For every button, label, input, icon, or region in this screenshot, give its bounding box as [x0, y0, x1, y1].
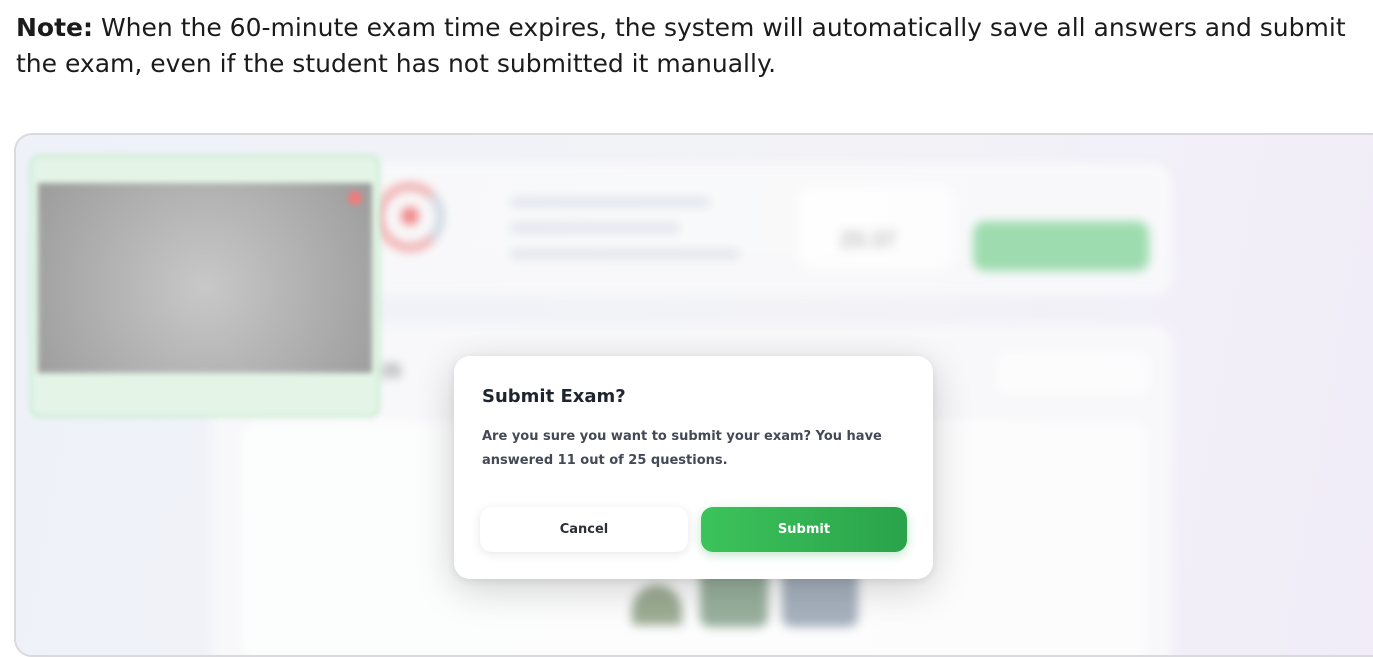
- dialog-title: Submit Exam?: [482, 386, 626, 407]
- cancel-button[interactable]: Cancel: [480, 507, 688, 552]
- submit-exam-dialog: Submit Exam? Are you sure you want to su…: [454, 356, 933, 579]
- student-line: [510, 249, 740, 259]
- answered-count-pill: [998, 353, 1148, 393]
- webcam-preview-window[interactable]: [30, 155, 380, 417]
- exam-category-line: [510, 197, 710, 207]
- webcam-titlebar[interactable]: [32, 157, 378, 181]
- logo-center: [401, 207, 419, 225]
- time-remaining-box: 25:37: [798, 187, 954, 269]
- time-remaining-value: 25:37: [840, 227, 897, 252]
- camera-feed-close-icon[interactable]: [348, 191, 362, 205]
- submit-exam-button-bg: [973, 221, 1149, 271]
- submit-button[interactable]: Submit: [701, 507, 907, 552]
- note-label: Note:: [16, 13, 94, 42]
- note-paragraph: Note: When the 60-minute exam time expir…: [16, 10, 1356, 82]
- webcam-video: [38, 183, 372, 373]
- note-text: When the 60-minute exam time expires, th…: [16, 13, 1346, 78]
- dialog-message: Are you sure you want to submit your exa…: [482, 429, 882, 468]
- exam-language-line: [510, 223, 680, 233]
- dialog-actions: Cancel Submit: [480, 507, 907, 552]
